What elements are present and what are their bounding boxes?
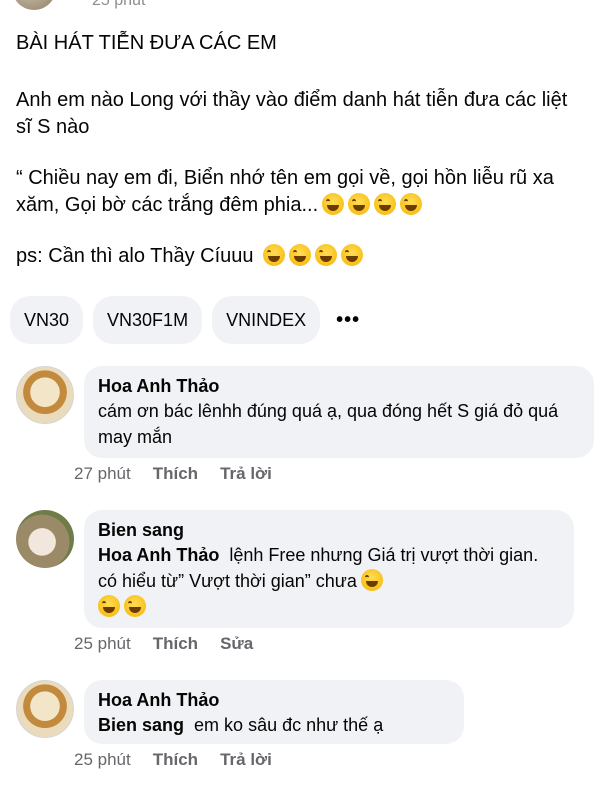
tag-vnindex[interactable]: VNINDEX xyxy=(212,296,321,344)
grinning-squinting-face-icon xyxy=(263,244,286,266)
comment-text: Hoa Anh Thảo lệnh Free nhưng Giá trị vượ… xyxy=(98,542,560,620)
avatar[interactable] xyxy=(12,0,56,10)
grinning-squinting-face-icon xyxy=(341,244,364,266)
post-paragraph-lyrics: “ Chiều nay em đi, Biển nhớ tên em gọi v… xyxy=(16,165,576,219)
reply-button[interactable]: Trả lời xyxy=(220,750,272,770)
ps-text: ps: Cần thì alo Thầy Cíuuu xyxy=(16,245,254,267)
more-icon[interactable]: ••• xyxy=(330,296,360,344)
comment-text: cám ơn bác lênhh đúng quá ạ, qua đóng hế… xyxy=(98,401,559,447)
previous-post-header: 25 phút xyxy=(0,0,600,16)
comment-bubble: Bien sang Hoa Anh Thảo lệnh Free nhưng G… xyxy=(84,510,574,628)
comment-meta: 25 phút Thích Trả lời xyxy=(74,750,272,770)
comment-time: 27 phút xyxy=(74,464,131,483)
grinning-squinting-face-icon xyxy=(124,595,146,617)
grinning-squinting-face-icon xyxy=(360,569,383,591)
mention-link[interactable]: Bien sang xyxy=(98,715,184,735)
comment-meta: 27 phút Thích Trả lời xyxy=(74,464,272,484)
edit-button[interactable]: Sửa xyxy=(220,634,253,654)
comment-bubble: Hoa Anh Thảo cám ơn bác lênhh đúng quá ạ… xyxy=(84,366,594,458)
like-button[interactable]: Thích xyxy=(153,464,198,484)
reply-button[interactable]: Trả lời xyxy=(220,464,272,484)
comment-text: Bien sang em ko sâu đc như thế ạ xyxy=(98,712,450,738)
post-title: BÀI HÁT TIỄN ĐƯA CÁC EM xyxy=(16,32,277,54)
comment-body: em ko sâu đc như thế ạ xyxy=(194,715,384,735)
grinning-squinting-face-icon xyxy=(322,193,345,215)
grinning-squinting-face-icon xyxy=(374,193,397,215)
grinning-squinting-face-icon xyxy=(348,193,371,215)
grinning-squinting-face-icon xyxy=(400,193,423,215)
grinning-squinting-face-icon xyxy=(315,244,338,266)
avatar[interactable] xyxy=(16,366,74,424)
post-paragraph-ps: ps: Cần thì alo Thầy Cíuuu xyxy=(16,243,364,270)
comment-author[interactable]: Bien sang xyxy=(98,518,560,542)
comment-meta: 25 phút Thích Sửa xyxy=(74,634,253,654)
tag-vn30[interactable]: VN30 xyxy=(10,296,84,344)
avatar[interactable] xyxy=(16,680,74,738)
comment-time: 25 phút xyxy=(74,634,131,653)
avatar[interactable] xyxy=(16,510,74,568)
comment-author[interactable]: Hoa Anh Thảo xyxy=(98,688,450,712)
like-button[interactable]: Thích xyxy=(153,750,198,770)
grinning-squinting-face-icon xyxy=(289,244,312,266)
post-paragraph: Anh em nào Long với thầy vào điểm danh h… xyxy=(16,89,568,138)
comment-author[interactable]: Hoa Anh Thảo xyxy=(98,374,580,398)
lyrics-text: “ Chiều nay em đi, Biển nhớ tên em gọi v… xyxy=(16,167,554,216)
grinning-squinting-face-icon xyxy=(98,595,120,617)
like-button[interactable]: Thích xyxy=(153,634,198,654)
mention-link[interactable]: Hoa Anh Thảo xyxy=(98,545,219,565)
comment-bubble: Hoa Anh Thảo Bien sang em ko sâu đc như … xyxy=(84,680,464,744)
tag-vn30f1m[interactable]: VN30F1M xyxy=(93,296,203,344)
comment-time: 25 phút xyxy=(74,750,131,769)
post-time: 25 phút xyxy=(92,0,146,9)
ticker-tags: VN30 VN30F1M VNINDEX ••• xyxy=(10,296,360,344)
